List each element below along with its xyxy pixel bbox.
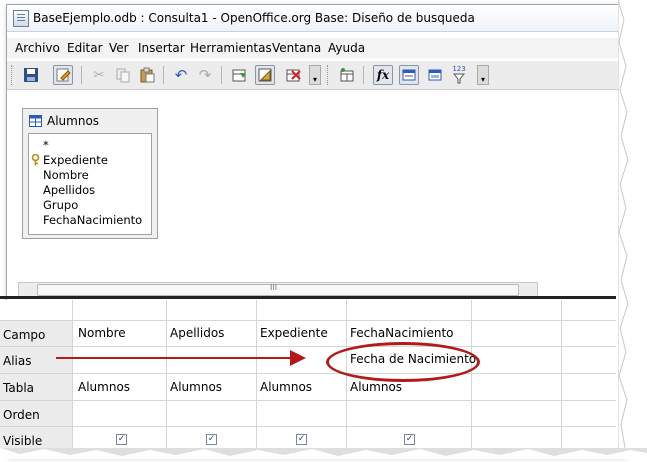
row-header-alias: Alias	[3, 354, 32, 368]
field-nombre[interactable]: Nombre	[43, 168, 89, 182]
table-icon	[29, 115, 42, 130]
menu-bar: Archivo Editar Ver Insertar Herramientas…	[7, 38, 623, 58]
grid-line	[0, 373, 616, 374]
tabla-cell[interactable]: Alumnos	[78, 380, 130, 394]
tabla-cell[interactable]: Alumnos	[350, 380, 402, 394]
grid-line	[0, 346, 616, 347]
menu-archivo[interactable]: Archivo	[15, 41, 60, 55]
more-icon[interactable]: ▾	[309, 65, 321, 85]
campo-cell[interactable]: Nombre	[78, 326, 126, 340]
grid-line	[72, 300, 73, 450]
field-apellidos[interactable]: Apellidos	[43, 183, 95, 197]
visible-checkbox[interactable]: ✓	[116, 434, 127, 445]
row-header-campo: Campo	[3, 328, 46, 342]
tabla-cell[interactable]: Alumnos	[260, 380, 312, 394]
design-view-icon[interactable]	[255, 65, 275, 85]
field-fechanacimiento[interactable]: FechaNacimiento	[43, 213, 142, 227]
toolbar: ✂ ↶ ↷ ▾ fx 123 ▾	[7, 61, 623, 90]
menu-insertar[interactable]: Insertar	[138, 41, 185, 55]
annotation-arrow-line	[56, 357, 292, 359]
separator	[363, 66, 364, 84]
window-title: BaseEjemplo.odb : Consulta1 - OpenOffice…	[33, 11, 475, 25]
separator	[221, 66, 222, 84]
grid-line	[561, 300, 562, 450]
grid-line	[0, 426, 616, 427]
grid-line	[0, 320, 616, 321]
torn-edge-bottom	[0, 448, 647, 459]
grid-line	[256, 300, 257, 450]
cut-icon[interactable]: ✂	[89, 65, 109, 85]
visible-checkbox[interactable]: ✓	[404, 434, 415, 445]
campo-cell[interactable]: Expediente	[260, 326, 328, 340]
grid-line	[471, 300, 472, 450]
field-expediente[interactable]: Expediente	[43, 153, 108, 167]
undo-icon[interactable]: ↶	[171, 65, 191, 85]
table-window-title: Alumnos	[47, 114, 100, 128]
row-header-tabla: Tabla	[3, 381, 35, 395]
menu-ver[interactable]: Ver	[109, 41, 129, 55]
grid-line	[0, 400, 616, 401]
edit-mode-icon[interactable]	[53, 65, 73, 85]
menu-herramientas[interactable]: Herramientas	[190, 41, 272, 55]
paste-icon[interactable]	[137, 65, 157, 85]
field-all[interactable]: *	[43, 138, 49, 152]
menu-ventana[interactable]: Ventana	[272, 41, 321, 55]
add-table-icon[interactable]	[229, 65, 249, 85]
delete-table-icon[interactable]	[283, 65, 303, 85]
table-field-list[interactable]: * Expediente Nombre Apellidos Grupo Fech…	[28, 133, 152, 235]
torn-edge-right	[617, 0, 647, 461]
title-bar: BaseEjemplo.odb : Consulta1 - OpenOffice…	[7, 5, 623, 32]
scrollbar-thumb[interactable]: III	[37, 283, 519, 296]
functions-icon[interactable]: fx	[373, 65, 393, 85]
tabla-cell[interactable]: Alumnos	[170, 380, 222, 394]
field-grupo[interactable]: Grupo	[43, 198, 78, 212]
alias-icon[interactable]	[425, 65, 445, 85]
row-header-visible: Visible	[3, 434, 43, 448]
grid-line	[166, 300, 167, 450]
campo-cell[interactable]: FechaNacimiento	[350, 326, 454, 340]
visible-checkbox[interactable]: ✓	[296, 434, 307, 445]
table-name-icon[interactable]	[399, 65, 419, 85]
menu-ayuda[interactable]: Ayuda	[328, 41, 365, 55]
add-tables-icon[interactable]	[337, 65, 357, 85]
annotation-ellipse	[326, 342, 480, 382]
more-icon[interactable]: ▾	[477, 65, 489, 85]
redo-icon[interactable]: ↷	[195, 65, 215, 85]
toolbar-grip[interactable]	[327, 65, 331, 85]
campo-cell[interactable]: Apellidos	[170, 326, 224, 340]
scrollbar-grip: III	[270, 283, 278, 292]
pane-splitter[interactable]	[0, 296, 616, 299]
save-icon[interactable]	[21, 65, 41, 85]
menu-editar[interactable]: Editar	[67, 41, 103, 55]
distinct-values-icon[interactable]: 123	[449, 65, 469, 85]
toolbar-grip[interactable]	[11, 65, 15, 85]
document-icon	[13, 10, 29, 27]
copy-icon[interactable]	[113, 65, 133, 85]
primary-key-icon	[31, 153, 40, 169]
visible-checkbox[interactable]: ✓	[206, 434, 217, 445]
row-header-orden: Orden	[3, 408, 40, 422]
distinct-values-label: 123	[452, 65, 466, 73]
separator	[81, 66, 82, 84]
annotation-arrow-head	[290, 350, 306, 366]
table-window-alumnos[interactable]: Alumnos * Expediente Nombre Apellidos Gr…	[22, 108, 158, 239]
separator	[163, 66, 164, 84]
